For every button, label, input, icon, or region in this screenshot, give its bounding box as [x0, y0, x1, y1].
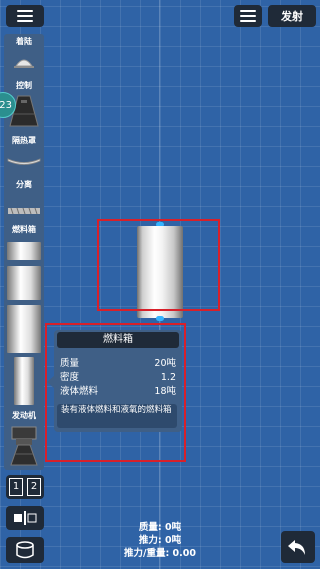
separator-part-icon	[8, 207, 40, 215]
category-engine[interactable]: 发动机	[4, 410, 44, 422]
info-panel-pointer	[47, 376, 54, 388]
part-engine[interactable]	[7, 426, 41, 466]
category-separation[interactable]: 分离	[4, 179, 44, 191]
rocket-stats: 质量: 0吨 推力: 0吨 推力/重量: 0.00	[100, 521, 220, 560]
symmetry-icon	[14, 511, 37, 525]
part-landing-leg[interactable]	[7, 54, 41, 70]
info-row-value: 1.2	[160, 372, 176, 383]
parts-cylinder-button[interactable]	[6, 537, 44, 563]
stage-1-label: 1	[9, 478, 23, 496]
highlight-box-part	[97, 219, 220, 311]
part-info-panel: 燃料箱 质量 20吨 密度 1.2 液体燃料 18吨 装有液体燃料和液氧的燃料箱	[54, 330, 182, 432]
info-row-density: 密度 1.2	[60, 372, 176, 384]
part-fuel-tank-small[interactable]	[7, 242, 41, 260]
landing-part-icon	[14, 59, 34, 68]
undo-button[interactable]	[281, 531, 315, 563]
part-heat-shield[interactable]	[7, 152, 41, 165]
category-control[interactable]: 控制	[4, 80, 44, 92]
part-fuel-tank-tall[interactable]	[7, 357, 41, 405]
heat-shield-part-icon	[7, 158, 41, 165]
info-row-value: 20吨	[154, 358, 176, 369]
twr-stat: 推力/重量: 0.00	[123, 548, 196, 559]
attachment-node-bottom[interactable]	[156, 316, 164, 321]
symmetry-button[interactable]	[6, 506, 44, 530]
category-heat-shield[interactable]: 隔热罩	[4, 135, 44, 147]
part-separator[interactable]	[7, 201, 41, 215]
thrust-stat: 推力: 0吨	[138, 535, 182, 546]
stage-toggle-button[interactable]: 1 2	[6, 475, 44, 499]
info-panel-title: 燃料箱	[57, 332, 179, 348]
info-row-label: 液体燃料	[60, 386, 99, 397]
part-fuel-tank-large[interactable]	[7, 305, 41, 353]
undo-arrow-icon	[288, 540, 305, 555]
info-row-liquid-fuel: 液体燃料 18吨	[60, 386, 176, 398]
info-row-value: 18吨	[154, 386, 176, 397]
hamburger-icon	[240, 10, 256, 22]
hamburger-icon	[17, 10, 33, 22]
engine-part-icon	[10, 426, 38, 466]
info-row-label: 质量	[60, 358, 80, 369]
main-menu-button[interactable]	[6, 5, 44, 27]
launch-button[interactable]: 发射	[268, 5, 316, 27]
info-row-label: 密度	[60, 372, 80, 383]
cylinder-icon	[16, 541, 34, 559]
part-fuel-tank-medium[interactable]	[7, 266, 41, 300]
options-menu-button[interactable]	[234, 5, 262, 27]
badge-text: 23	[0, 99, 12, 111]
mass-stat: 质量: 0吨	[138, 522, 182, 533]
category-landing[interactable]: 着陆	[4, 36, 44, 48]
stage-2-label: 2	[27, 478, 41, 496]
category-fuel-tank[interactable]: 燃料箱	[4, 224, 44, 236]
info-row-mass: 质量 20吨	[60, 358, 176, 370]
info-panel-description: 装有液体燃料和液氧的燃料箱	[57, 404, 177, 428]
